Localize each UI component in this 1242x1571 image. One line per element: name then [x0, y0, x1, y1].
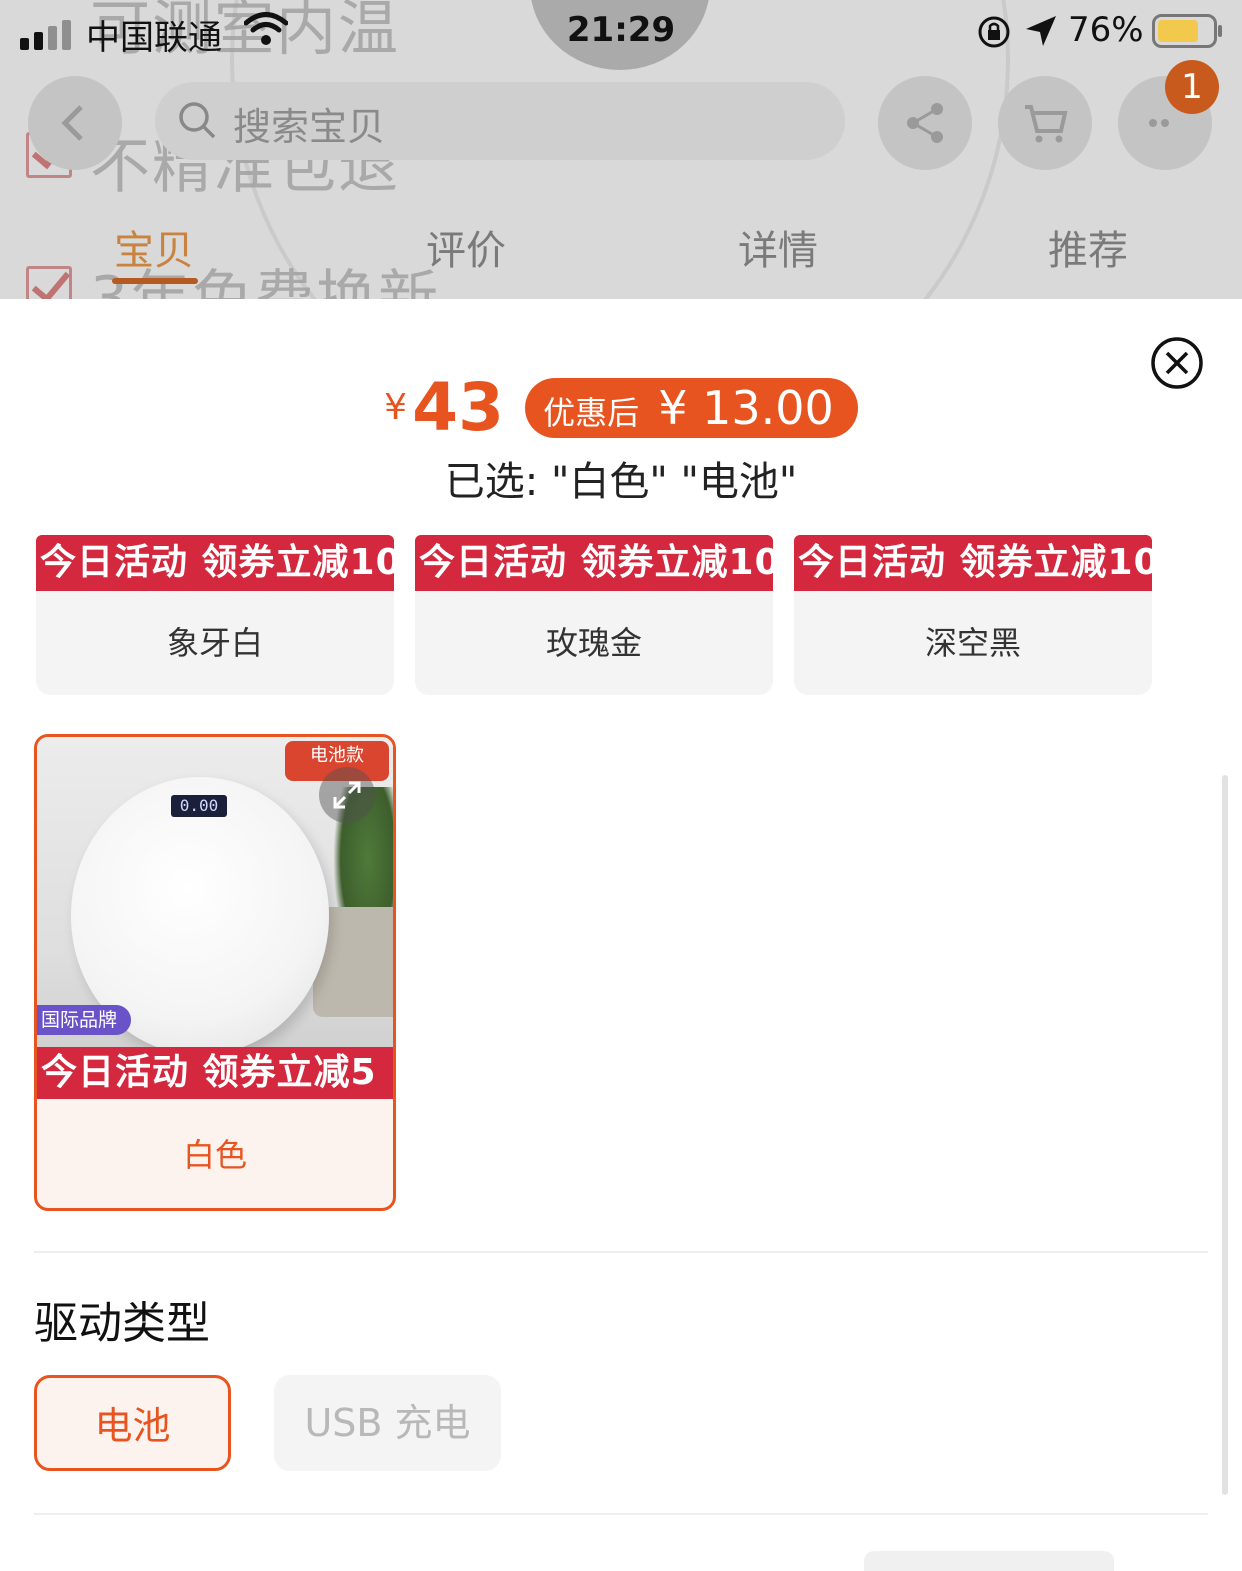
- divider: [34, 1513, 1208, 1515]
- product-image: 0.00 电池款 国际品牌 今日活动 领券立减5: [37, 737, 393, 1099]
- tab-product[interactable]: 宝贝: [114, 218, 194, 276]
- color-option-ivory[interactable]: 今日活动 领券立减10 象牙白: [36, 535, 394, 695]
- tab-details[interactable]: 详情: [738, 218, 818, 276]
- back-button[interactable]: [28, 76, 122, 170]
- cart-icon: [1025, 105, 1068, 143]
- background-product-page: 可测室内温 不精准包退 3年免费换新 中国联通 21:29 76% 搜索宝贝 1…: [0, 0, 1242, 300]
- battery-icon: [1152, 14, 1222, 48]
- bottom-action-area: [864, 1551, 1114, 1571]
- search-icon: [179, 102, 216, 139]
- selected-summary: 已选: "白色" "电池": [444, 459, 798, 505]
- option-label: 深空黑: [794, 591, 1152, 695]
- search-placeholder: 搜索宝贝: [233, 105, 386, 149]
- promo-banner: 今日活动 领券立减10: [415, 535, 773, 591]
- battery-percent: 76%: [1068, 10, 1144, 50]
- rotation-lock-icon: [978, 16, 1010, 48]
- active-tab-indicator: [112, 278, 198, 284]
- option-label: 玫瑰金: [415, 591, 773, 695]
- search-input[interactable]: 搜索宝贝: [155, 82, 845, 160]
- coupon-label: 优惠后: [543, 393, 640, 432]
- price: 43: [412, 369, 505, 446]
- location-icon: [1026, 16, 1056, 46]
- background-check-icon: [26, 266, 72, 300]
- color-option-space-black[interactable]: 今日活动 领券立减10 深空黑: [794, 535, 1152, 695]
- promo-banner: 今日活动 领券立减10: [36, 535, 394, 591]
- section-title-drive-type: 驱动类型: [34, 1298, 210, 1349]
- currency-symbol: ¥: [384, 387, 408, 428]
- drive-option-usb[interactable]: USB 充电: [274, 1375, 501, 1471]
- coupon-price: ¥ 13.00: [658, 380, 834, 435]
- status-bar: 中国联通 21:29 76%: [0, 0, 1242, 66]
- back-icon: [61, 105, 83, 141]
- coupon-price-pill: 优惠后 ¥ 13.00: [525, 377, 858, 438]
- promo-banner: 今日活动 领券立减10: [794, 535, 1152, 591]
- divider: [34, 1251, 1208, 1253]
- scrollbar[interactable]: [1222, 775, 1228, 1495]
- scale-display: 0.00: [171, 795, 227, 817]
- promo-banner: 今日活动 领券立减5: [37, 1047, 393, 1099]
- brand-badge: 国际品牌: [37, 1005, 132, 1035]
- drive-option-battery[interactable]: 电池: [34, 1375, 231, 1471]
- price-row: ¥ 43 优惠后 ¥ 13.00: [0, 369, 1242, 446]
- option-label: 象牙白: [36, 591, 394, 695]
- expand-icon: [333, 781, 361, 809]
- share-icon: [907, 103, 943, 143]
- expand-image-button[interactable]: [319, 767, 375, 823]
- color-option-rose-gold[interactable]: 今日活动 领券立减10 玫瑰金: [415, 535, 773, 695]
- cart-button[interactable]: [998, 76, 1092, 170]
- cart-count-badge: 1: [1165, 60, 1219, 114]
- option-label: 白色: [182, 1136, 247, 1174]
- tab-reviews[interactable]: 评价: [426, 218, 506, 276]
- share-button[interactable]: [878, 76, 972, 170]
- sku-selection-sheet: ¥ 43 优惠后 ¥ 13.00 已选: "白色" "电池" 今日活动 领券立减…: [0, 299, 1242, 1571]
- tab-recommend[interactable]: 推荐: [1048, 218, 1128, 276]
- color-option-white-selected[interactable]: 0.00 电池款 国际品牌 今日活动 领券立减5 白色: [34, 734, 396, 1211]
